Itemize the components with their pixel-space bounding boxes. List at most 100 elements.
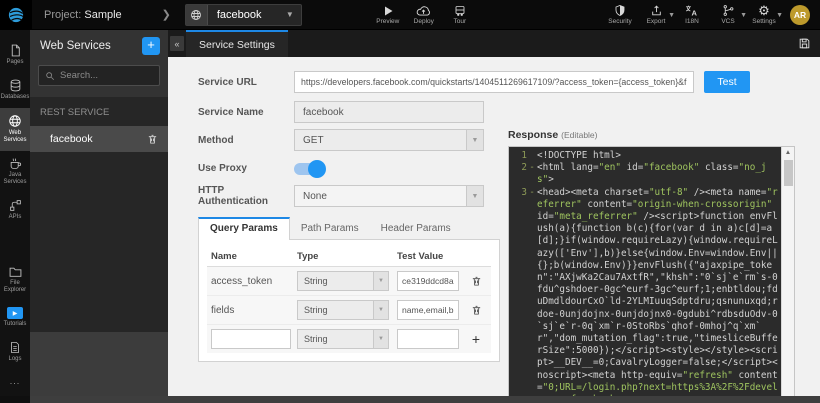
coffee-icon [9,157,22,170]
export-button[interactable]: ▼ Export [638,4,674,25]
log-document-icon [9,341,21,354]
service-name-label: Service Name [198,107,286,118]
delete-param-button[interactable] [461,275,491,287]
web-services-panel: Web Services + REST SERVICE facebook [30,30,168,396]
chevron-down-icon: ▼ [286,10,294,19]
method-label: Method [198,135,286,146]
shield-icon [614,4,626,17]
collapse-panel-button[interactable]: « [170,36,184,51]
delete-service-icon[interactable] [147,133,158,145]
settings-button[interactable]: ▼ ⚙ Settings [746,4,782,25]
param-row-fields: fields String ▼ [207,296,491,325]
method-value: GET [303,135,324,146]
use-proxy-toggle[interactable] [294,163,324,175]
tab-service-settings[interactable]: Service Settings [186,30,288,57]
param-test-value-input[interactable] [397,271,459,291]
sidebar-spacer [0,228,30,260]
project-name: Sample [84,9,121,21]
param-row-access-token: access_token String ▼ [207,267,491,296]
folder-icon [9,266,22,278]
tab-header-params[interactable]: Header Params [370,217,462,239]
response-editable-note: (Editable) [561,130,597,140]
svg-text:A: A [691,8,697,17]
gear-icon: ⚙ [758,4,770,17]
save-button[interactable] [798,37,811,50]
scrollbar-thumb[interactable] [784,160,793,186]
chevron-down-icon: ▼ [373,272,388,290]
sidebar-item-databases[interactable]: Databases [0,73,30,108]
use-proxy-label: Use Proxy [198,163,286,174]
response-label: Response (Editable) [508,129,795,141]
sidebar-item-java-services[interactable]: Java Services [0,151,30,193]
app-logo[interactable] [0,0,32,30]
translate-icon: A [685,4,699,17]
param-type-select[interactable]: String ▼ [297,300,389,320]
sidebar-item-tutorials[interactable]: ▶ Tutorials [0,301,30,335]
cloud-upload-icon [416,5,431,17]
test-button[interactable]: Test [704,71,750,93]
new-param-test-value-input[interactable] [397,329,459,349]
project-label: Project: Sample [44,9,122,21]
service-url-input[interactable] [294,71,694,93]
method-select[interactable]: GET ▼ [294,129,484,151]
chevron-down-icon: ▼ [373,330,388,348]
sidebar-item-pages[interactable]: Pages [0,38,30,73]
security-button[interactable]: Security [602,4,638,25]
editor-scrollbar[interactable]: ▲ ▼ [781,147,794,396]
param-name: access_token [207,276,295,287]
top-bar: Project: Sample ❯ facebook ▼ Preview [0,0,820,30]
database-icon [9,79,22,92]
deploy-button[interactable]: Deploy [406,5,442,25]
delete-param-button[interactable] [461,304,491,316]
column-name: Name [207,251,295,262]
globe-icon [8,114,22,128]
new-param-name-input[interactable] [211,329,291,349]
sidebar-item-web-services[interactable]: Web Services [0,108,30,151]
save-floppy-icon [798,37,811,50]
preview-button[interactable]: Preview [370,5,406,25]
brand-logo-icon [7,6,25,24]
param-row-new: String ▼ + [207,325,491,353]
vcs-button[interactable]: ▼ VCS [710,4,746,25]
tour-button[interactable]: Tour [442,5,478,25]
chevron-down-icon: ▼ [466,186,483,206]
chevron-right-icon: ❯ [162,8,171,21]
sidebar-more-button[interactable]: ... [0,370,30,396]
tab-path-params[interactable]: Path Params [290,217,370,239]
column-test-value: Test Value [395,251,461,262]
bus-icon [454,5,466,17]
scroll-up-icon[interactable]: ▲ [785,147,791,158]
response-section: Response (Editable) 1<!DOCTYPE html>2-<h… [508,101,820,396]
service-list-item-facebook[interactable]: facebook [30,126,168,152]
param-name: fields [207,305,295,316]
column-type: Type [295,251,395,262]
search-icon [45,71,55,81]
http-auth-label: HTTP Authentication [198,185,286,207]
branch-icon [722,4,735,17]
add-service-button[interactable]: + [142,37,160,55]
add-param-button[interactable]: + [461,331,491,347]
panel-footer [30,332,168,396]
trash-icon [471,304,482,316]
sidebar-item-file-explorer[interactable]: File Explorer [0,260,30,301]
sidebar-item-apis[interactable]: APIs [0,193,30,228]
param-type-select[interactable]: String ▼ [297,329,389,349]
service-list-empty-area [30,152,168,332]
http-auth-select[interactable]: None ▼ [294,185,484,207]
response-code[interactable]: 1<!DOCTYPE html>2-<html lang="en" id="fa… [509,147,781,396]
tab-query-params[interactable]: Query Params [198,217,290,240]
service-item-name: facebook [50,133,93,145]
main-area: « Service Settings Service URL Test [168,30,820,396]
service-search-box [38,65,160,86]
service-name-input[interactable] [294,101,484,123]
search-input[interactable] [60,70,152,81]
params-tabs: Query Params Path Params Header Params [198,217,500,240]
sidebar-item-logs[interactable]: Logs [0,335,30,370]
http-auth-value: None [303,191,327,202]
app-window: Project: Sample ❯ facebook ▼ Preview [0,0,820,403]
user-avatar[interactable]: AR [790,5,810,25]
i18n-button[interactable]: A I18N [674,4,710,25]
service-selector-dropdown[interactable]: facebook ▼ [185,4,302,26]
param-type-select[interactable]: String ▼ [297,271,389,291]
param-test-value-input[interactable] [397,300,459,320]
